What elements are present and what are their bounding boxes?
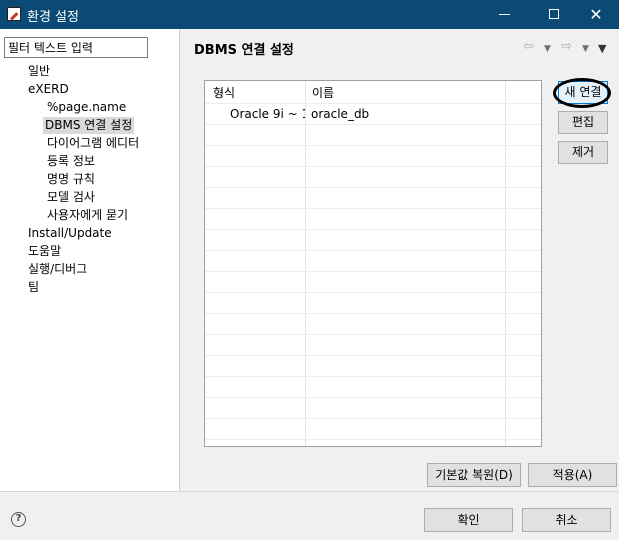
tree-item-dbms-connection[interactable]: DBMS 연결 설정	[43, 117, 135, 134]
help-icon[interactable]: ?	[11, 512, 26, 527]
cell-name[interactable]: oracle_db	[311, 107, 501, 121]
minimize-button[interactable]	[481, 0, 527, 29]
cell-type[interactable]: Oracle 9i ~ 12	[230, 107, 305, 121]
tree-item-model-check[interactable]: 모델 검사	[45, 189, 97, 206]
row-separator	[205, 334, 541, 335]
tree-item-run-debug[interactable]: 실행/디버그	[26, 261, 89, 278]
row-separator	[205, 313, 541, 314]
row-separator	[205, 418, 541, 419]
restore-defaults-button[interactable]: 기본값 복원(D)	[427, 463, 521, 487]
row-separator	[205, 145, 541, 146]
row-separator	[205, 187, 541, 188]
row-separator	[205, 208, 541, 209]
column-header-name[interactable]: 이름	[312, 84, 334, 101]
new-connection-button[interactable]: 새 연결	[558, 81, 608, 104]
remove-button[interactable]: 제거	[558, 141, 608, 164]
navigation-toolbar: ⇦ ▼ ⇨ ▼ ▼	[523, 39, 615, 55]
preference-page: DBMS 연결 설정 ⇦ ▼ ⇨ ▼ ▼ 형식 이름 Oracle 9i ~ o…	[181, 29, 619, 491]
tree-item-general[interactable]: 일반	[26, 63, 52, 80]
row-separator	[205, 271, 541, 272]
page-title: DBMS 연결 설정	[194, 43, 294, 58]
page-header: DBMS 연결 설정 ⇦ ▼ ⇨ ▼ ▼	[181, 29, 619, 66]
back-history-dropdown-icon[interactable]: ▼	[544, 41, 551, 57]
tree-item-install-update[interactable]: Install/Update	[26, 225, 114, 242]
tree-item-exerd[interactable]: eXERD	[26, 81, 71, 98]
tree-item-help[interactable]: 도움말	[26, 243, 63, 260]
minimize-icon	[499, 14, 510, 15]
row-separator	[205, 166, 541, 167]
row-separator	[205, 250, 541, 251]
forward-arrow-icon[interactable]: ⇨	[561, 39, 572, 55]
dialog-footer: ? 확인 취소	[0, 491, 619, 540]
filter-input[interactable]	[4, 37, 148, 58]
title-bar: 환경 설정 ✕	[0, 0, 619, 29]
maximize-button[interactable]	[530, 0, 576, 29]
tree-item-diagram-editor[interactable]: 다이어그램 에디터	[45, 135, 141, 152]
cancel-button[interactable]: 취소	[522, 508, 611, 532]
apply-button[interactable]: 적용(A)	[528, 463, 617, 487]
column-header-type[interactable]: 형식	[213, 84, 235, 101]
window-title: 환경 설정	[27, 10, 79, 25]
row-separator	[205, 103, 541, 104]
tree-item-page-name[interactable]: %page.name	[45, 99, 128, 116]
edit-button[interactable]: 편집	[558, 111, 608, 134]
back-arrow-icon[interactable]: ⇦	[523, 39, 534, 55]
row-separator	[205, 229, 541, 230]
row-separator	[205, 292, 541, 293]
maximize-icon	[549, 9, 559, 19]
connection-table[interactable]: 형식 이름 Oracle 9i ~ 12 oracle_db	[204, 80, 542, 447]
row-separator	[205, 124, 541, 125]
pencil-edit-icon	[7, 7, 21, 21]
column-divider	[305, 81, 306, 446]
row-separator	[205, 439, 541, 440]
close-button[interactable]: ✕	[573, 0, 619, 29]
view-menu-icon[interactable]: ▼	[598, 41, 606, 57]
row-separator	[205, 397, 541, 398]
preference-tree-panel: 일반 eXERD %page.name DBMS 연결 설정 다이어그램 에디터…	[0, 29, 180, 491]
tree-item-ask-user[interactable]: 사용자에게 묻기	[45, 207, 130, 224]
close-icon: ✕	[589, 5, 603, 24]
tree-item-properties[interactable]: 등록 정보	[45, 153, 97, 170]
tree-item-team[interactable]: 팀	[26, 279, 41, 296]
forward-history-dropdown-icon[interactable]: ▼	[582, 41, 589, 57]
row-separator	[205, 376, 541, 377]
ok-button[interactable]: 확인	[424, 508, 513, 532]
row-separator	[205, 355, 541, 356]
table-header: 형식 이름	[205, 81, 541, 104]
column-divider	[505, 81, 506, 446]
tree-item-naming-rules[interactable]: 명명 규칙	[45, 171, 97, 188]
